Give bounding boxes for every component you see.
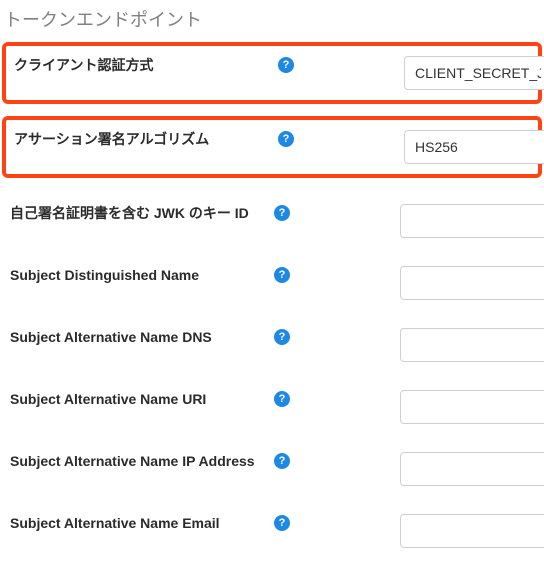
input-subject-dn[interactable] [400,266,544,300]
input-san-ip[interactable] [400,452,544,486]
help-icon[interactable]: ? [278,57,294,73]
label-wrap: Subject Alternative Name Email ? [10,514,290,533]
field-wrap [290,452,544,486]
label-subject-dn: Subject Distinguished Name [10,266,274,285]
label-wrap: Subject Alternative Name DNS ? [10,328,290,347]
input-assertion-alg[interactable] [404,130,544,164]
label-wrap: Subject Alternative Name URI ? [10,390,290,409]
label-san-email: Subject Alternative Name Email [10,514,274,533]
row-assertion-alg: アサーション署名アルゴリズム ? [2,116,542,178]
help-icon[interactable]: ? [274,515,290,531]
help-icon[interactable]: ? [274,205,290,221]
row-san-ip: Subject Alternative Name IP Address ? [0,438,544,500]
help-icon[interactable]: ? [274,267,290,283]
label-wrap: クライアント認証方式 ? [14,56,294,75]
field-wrap [290,390,544,424]
field-wrap [290,328,544,362]
label-client-auth: クライアント認証方式 [14,56,278,75]
label-wrap: Subject Alternative Name IP Address ? [10,452,290,471]
field-wrap [294,56,544,90]
row-subject-dn: Subject Distinguished Name ? [0,252,544,314]
help-icon[interactable]: ? [278,131,294,147]
row-client-auth: クライアント認証方式 ? [2,42,542,104]
label-san-dns: Subject Alternative Name DNS [10,328,274,347]
field-wrap [290,204,544,238]
row-san-email: Subject Alternative Name Email ? [0,500,544,562]
row-san-uri: Subject Alternative Name URI ? [0,376,544,438]
row-san-dns: Subject Alternative Name DNS ? [0,314,544,376]
label-assertion-alg: アサーション署名アルゴリズム [14,130,278,149]
input-client-auth[interactable] [404,56,544,90]
help-icon[interactable]: ? [274,329,290,345]
label-jwk-key-id: 自己署名証明書を含む JWK のキー ID [10,204,274,223]
field-wrap [290,266,544,300]
help-icon[interactable]: ? [274,391,290,407]
label-san-ip: Subject Alternative Name IP Address [10,452,274,471]
input-san-uri[interactable] [400,390,544,424]
help-icon[interactable]: ? [274,453,290,469]
field-wrap [290,514,544,548]
input-san-dns[interactable] [400,328,544,362]
row-jwk-key-id: 自己署名証明書を含む JWK のキー ID ? [0,190,544,252]
label-wrap: アサーション署名アルゴリズム ? [14,130,294,149]
label-san-uri: Subject Alternative Name URI [10,390,274,409]
field-wrap [294,130,544,164]
label-wrap: 自己署名証明書を含む JWK のキー ID ? [10,204,290,223]
input-jwk-key-id[interactable] [400,204,544,238]
section-title: トークンエンドポイント [0,0,544,42]
input-san-email[interactable] [400,514,544,548]
label-wrap: Subject Distinguished Name ? [10,266,290,285]
